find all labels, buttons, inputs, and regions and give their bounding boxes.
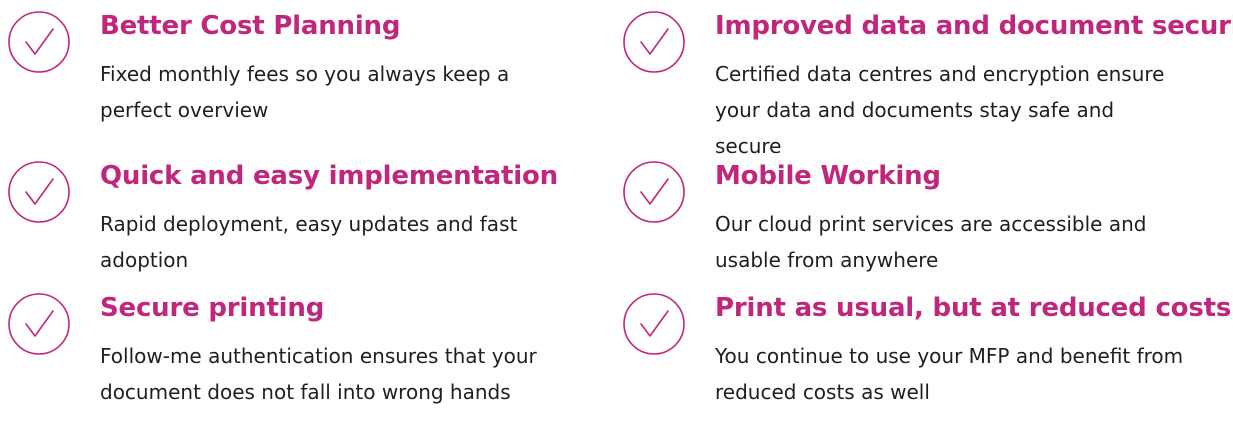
feature-quick-and-easy-implementation: Quick and easy implementation Rapid depl… xyxy=(7,160,567,300)
feature-title: Better Cost Planning xyxy=(100,11,401,41)
feature-description: You continue to use your MFP and benefit… xyxy=(715,344,1184,404)
check-circle-icon xyxy=(7,292,71,356)
feature-mobile-working: Mobile Working Our cloud print services … xyxy=(622,160,1182,300)
feature-title: Mobile Working xyxy=(715,161,941,191)
feature-description: Certified data centres and encryption en… xyxy=(715,62,1165,158)
check-circle-icon xyxy=(622,160,686,224)
feature-title: Secure printing xyxy=(100,293,325,323)
feature-secure-printing: Secure printing Follow-me authentication… xyxy=(7,292,567,432)
feature-title: Print as usual, but at reduced costs xyxy=(715,293,1232,323)
check-circle-icon xyxy=(7,10,71,74)
feature-description: Our cloud print services are accessible … xyxy=(715,212,1147,272)
feature-title: Improved data and document security xyxy=(715,11,1233,41)
feature-title: Quick and easy implementation xyxy=(100,161,558,191)
feature-better-cost-planning: Better Cost Planning Fixed monthly fees … xyxy=(7,10,567,150)
check-circle-icon xyxy=(622,292,686,356)
feature-description: Fixed monthly fees so you always keep a … xyxy=(100,62,510,122)
check-circle-icon xyxy=(622,10,686,74)
check-circle-icon xyxy=(7,160,71,224)
feature-print-as-usual-reduced-costs: Print as usual, but at reduced costs You… xyxy=(622,292,1231,432)
feature-improved-data-and-document-security: Improved data and document security Cert… xyxy=(622,10,1233,158)
feature-description: Rapid deployment, easy updates and fast … xyxy=(100,212,518,272)
feature-description: Follow-me authentication ensures that yo… xyxy=(100,344,537,404)
